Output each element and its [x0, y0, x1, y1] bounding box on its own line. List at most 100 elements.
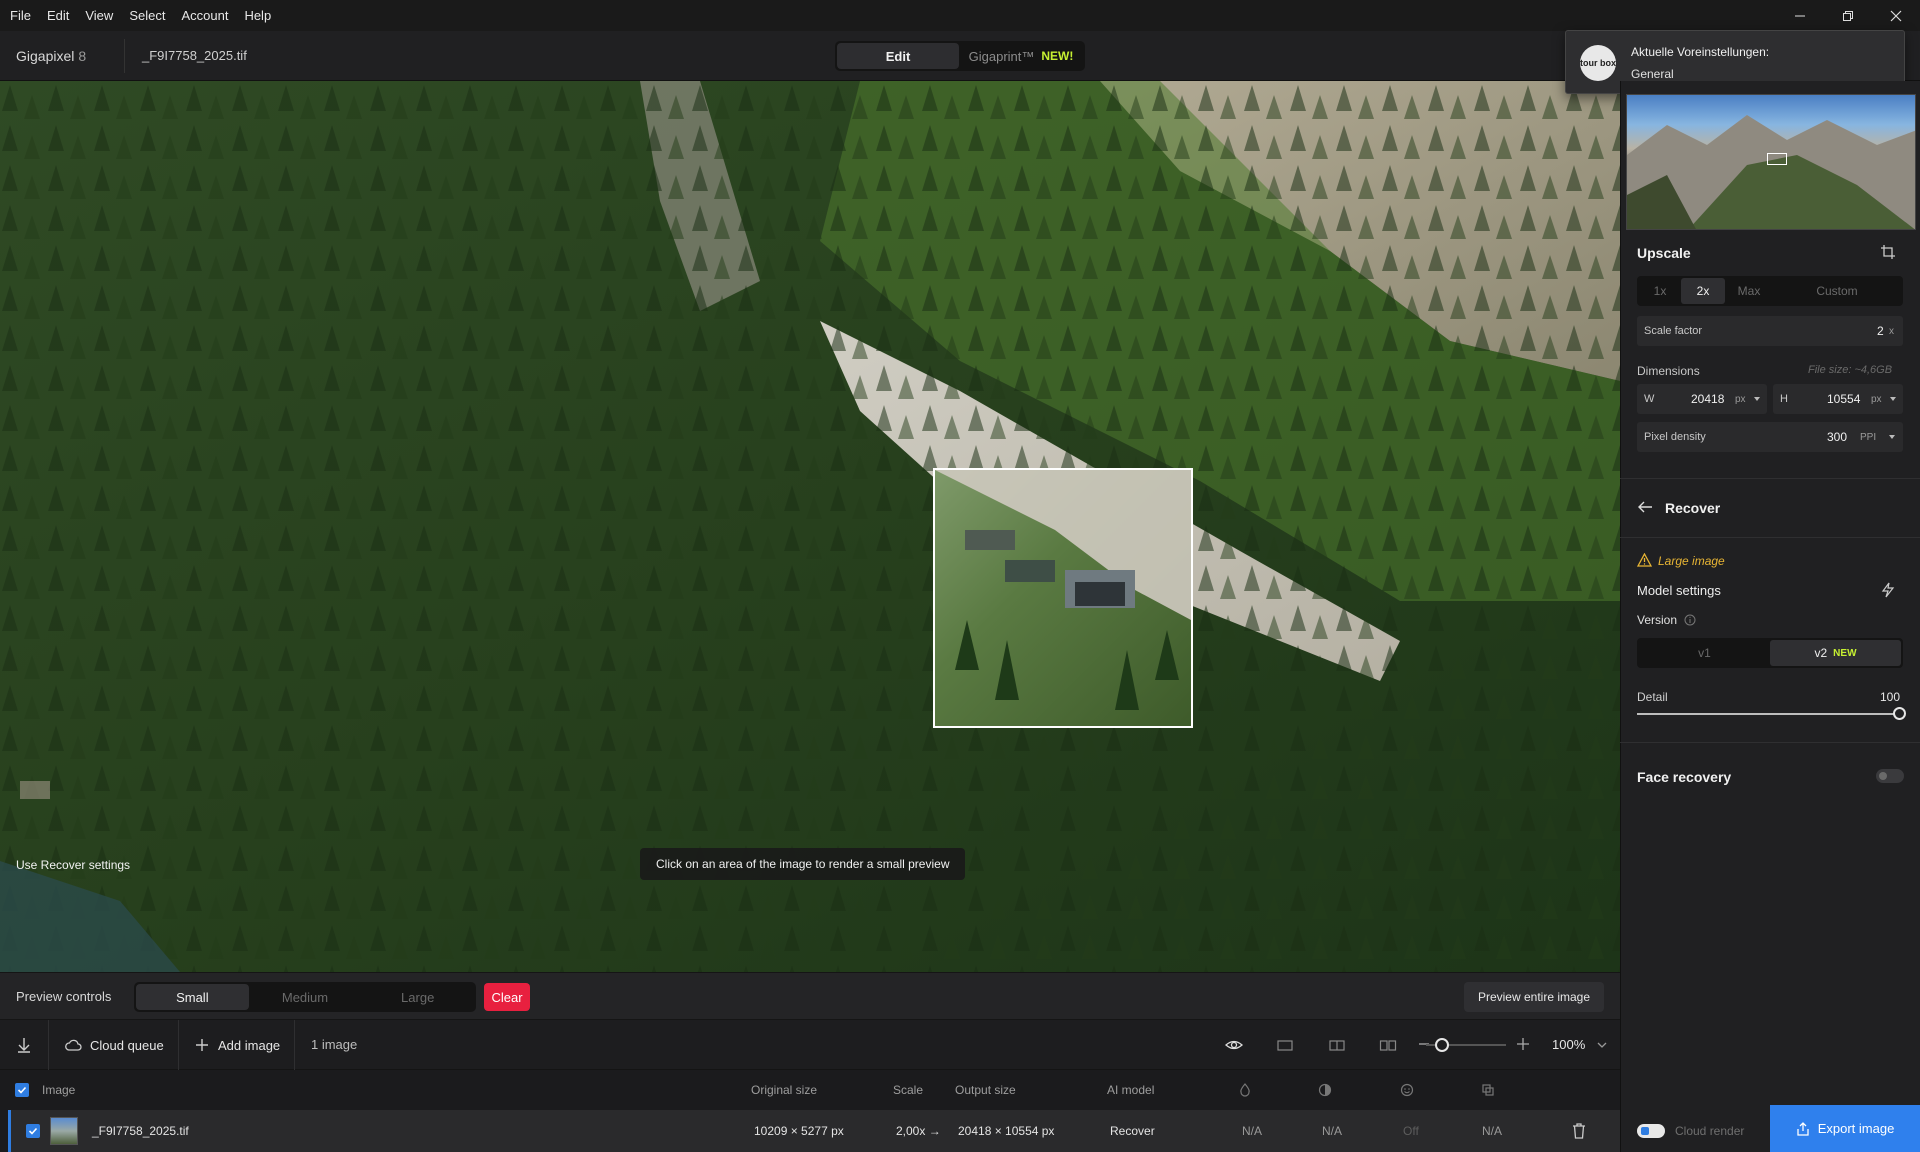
upscale-2x[interactable]: 2x: [1681, 278, 1725, 304]
pixel-density-field[interactable]: Pixel density 300 PPI: [1637, 422, 1903, 452]
column-image[interactable]: Image: [42, 1070, 75, 1110]
pixel-density-unit[interactable]: PPI: [1860, 432, 1876, 443]
drop-icon: [1240, 1083, 1250, 1097]
image-thumbnail: [50, 1117, 78, 1145]
column-output-size[interactable]: Output size: [955, 1070, 1016, 1110]
crop-button[interactable]: [1880, 244, 1896, 265]
warning-icon: [1636, 552, 1653, 567]
eye-button[interactable]: [1224, 1035, 1244, 1055]
arrow-down-icon: [18, 1038, 30, 1053]
zoom-value[interactable]: 100%: [1552, 1020, 1585, 1070]
preview-controls-label: Preview controls: [16, 989, 112, 1004]
export-image-button[interactable]: Export image: [1770, 1105, 1920, 1152]
cloud-render-switch[interactable]: [1637, 1124, 1665, 1138]
menu-view[interactable]: View: [77, 0, 121, 31]
column-ai-model[interactable]: AI model: [1107, 1070, 1154, 1110]
minimize-button[interactable]: [1776, 0, 1824, 31]
check-icon: [17, 1086, 27, 1094]
preview-size-medium[interactable]: Medium: [249, 984, 362, 1010]
mode-gigaprint-tab[interactable]: Gigaprint™ NEW!: [959, 43, 1083, 69]
toolbar-divider: [294, 1020, 295, 1070]
column-sharpen[interactable]: [1318, 1083, 1332, 1102]
select-all-checkbox[interactable]: [15, 1083, 29, 1097]
toast-title: Aktuelle Voreinstellungen:: [1631, 45, 1770, 59]
split-view-button[interactable]: [1327, 1035, 1347, 1055]
add-image-button[interactable]: Add image: [194, 1020, 280, 1070]
model-settings-button[interactable]: [1881, 582, 1895, 603]
back-button[interactable]: [1637, 500, 1653, 519]
height-unit[interactable]: px: [1871, 394, 1882, 405]
app-name: Gigapixel: [16, 48, 75, 64]
preview-region-image: [935, 470, 1191, 710]
row-sharpen: N/A: [1322, 1124, 1343, 1138]
minimize-icon: [1795, 15, 1805, 16]
upscale-1x[interactable]: 1x: [1639, 278, 1681, 304]
dimensions-label: Dimensions: [1637, 364, 1700, 378]
add-image-label: Add image: [218, 1037, 281, 1053]
menu-account[interactable]: Account: [173, 0, 236, 31]
zoom-slider-handle[interactable]: [1435, 1038, 1449, 1052]
chevron-down-icon: [1890, 397, 1896, 401]
landscape-image: [0, 81, 1620, 972]
menu-file[interactable]: File: [0, 0, 39, 31]
new-badge: NEW!: [1041, 49, 1074, 63]
column-denoise[interactable]: [1238, 1083, 1252, 1102]
row-checkbox[interactable]: [26, 1124, 40, 1138]
scale-factor-field[interactable]: Scale factor 2 x: [1637, 316, 1903, 346]
navigator-viewport[interactable]: [1767, 153, 1787, 165]
cloud-render-toggle[interactable]: Cloud render: [1637, 1110, 1744, 1152]
restore-button[interactable]: [1824, 0, 1872, 31]
preview-size-small[interactable]: Small: [136, 984, 249, 1010]
upscale-title: Upscale: [1637, 245, 1691, 261]
image-canvas[interactable]: Use Recover settings Click on an area of…: [0, 81, 1620, 972]
column-format[interactable]: [1481, 1083, 1495, 1102]
close-window-button[interactable]: [1872, 0, 1920, 31]
upscale-max[interactable]: Max: [1725, 278, 1773, 304]
width-field[interactable]: W 20418 px: [1637, 384, 1767, 414]
height-value[interactable]: 10554: [1827, 392, 1860, 406]
face-recovery-toggle[interactable]: [1876, 769, 1904, 783]
row-file-name: _F9I7758_2025.tif: [92, 1124, 189, 1138]
preview-region-box[interactable]: [933, 468, 1193, 728]
width-unit[interactable]: px: [1735, 394, 1746, 405]
column-scale[interactable]: Scale: [893, 1070, 923, 1110]
cloud-queue-button[interactable]: Cloud queue: [64, 1020, 164, 1070]
toolbar-divider: [178, 1020, 179, 1070]
clear-button[interactable]: Clear: [484, 983, 530, 1011]
single-view-button[interactable]: [1275, 1035, 1295, 1055]
menu-edit[interactable]: Edit: [39, 0, 77, 31]
detail-slider[interactable]: [1637, 713, 1899, 715]
version-info-icon-wrap[interactable]: [1684, 613, 1696, 631]
navigator-thumbnail[interactable]: [1626, 94, 1916, 230]
collapse-button[interactable]: [14, 1035, 34, 1060]
detail-slider-handle[interactable]: [1893, 707, 1906, 720]
side-by-side-button[interactable]: [1378, 1035, 1398, 1055]
check-icon: [28, 1127, 38, 1135]
height-field[interactable]: H 10554 px: [1773, 384, 1903, 414]
delete-row-button[interactable]: [1571, 1122, 1587, 1145]
column-original-size[interactable]: Original size: [751, 1070, 817, 1110]
column-face[interactable]: [1400, 1083, 1414, 1102]
table-row[interactable]: _F9I7758_2025.tif 10209 × 5277 px 2,00x …: [8, 1110, 1620, 1152]
pixel-density-value[interactable]: 300: [1827, 430, 1847, 444]
scale-factor-value[interactable]: 2: [1877, 324, 1884, 338]
file-name: _F9I7758_2025.tif: [142, 48, 247, 63]
version-v2[interactable]: v2 NEW: [1770, 640, 1901, 666]
menu-select[interactable]: Select: [121, 0, 173, 31]
warning-icon-wrap: [1636, 552, 1653, 572]
preview-size-large[interactable]: Large: [361, 984, 474, 1010]
preview-size-selector: Small Medium Large: [134, 982, 476, 1012]
mode-edit-tab[interactable]: Edit: [837, 43, 959, 69]
detail-value: 100: [1880, 690, 1901, 704]
app-version: 8: [78, 48, 87, 64]
preview-entire-image-button[interactable]: Preview entire image: [1464, 982, 1604, 1012]
zoom-out-button[interactable]: [1418, 1034, 1430, 1059]
zoom-in-button[interactable]: [1516, 1034, 1530, 1059]
width-value[interactable]: 20418: [1691, 392, 1724, 406]
upscale-custom[interactable]: Custom: [1773, 278, 1901, 304]
zoom-dropdown-button[interactable]: [1596, 1036, 1608, 1059]
version-v1[interactable]: v1: [1639, 640, 1770, 666]
menu-help[interactable]: Help: [236, 0, 279, 31]
cloud-queue-label: Cloud queue: [90, 1037, 164, 1053]
layers-icon: [1482, 1084, 1494, 1096]
